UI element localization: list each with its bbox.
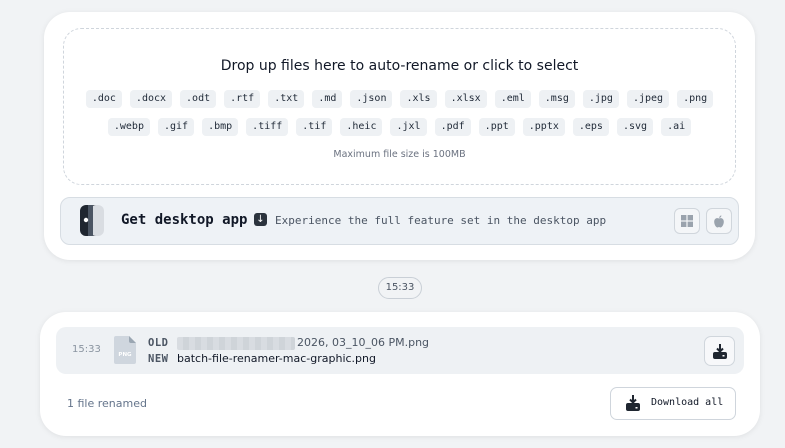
row-timestamp: 15:33 bbox=[72, 344, 101, 355]
renamed-count-text: 1 file renamed bbox=[67, 397, 147, 410]
new-name-label: NEW bbox=[148, 353, 169, 365]
file-extension-chip: .txt bbox=[268, 90, 305, 108]
file-extension-chip: .doc bbox=[85, 90, 122, 108]
download-all-label: Download all bbox=[651, 397, 724, 408]
max-file-size-note: Maximum file size is 100MB bbox=[333, 149, 466, 160]
download-all-button[interactable]: Download all bbox=[610, 387, 736, 420]
dropzone-title: Drop up files here to auto-rename or cli… bbox=[220, 58, 579, 74]
file-extension-chip: .msg bbox=[538, 90, 575, 108]
file-extension-chip: .bmp bbox=[202, 118, 239, 136]
file-extension-chip: .jpeg bbox=[626, 90, 670, 108]
file-extension-chip: .gif bbox=[157, 118, 195, 136]
file-extension-chip: .jpg bbox=[582, 90, 619, 108]
file-extension-chip: .ai bbox=[661, 118, 692, 136]
file-extension-chip: .webp bbox=[107, 118, 150, 136]
download-icon bbox=[712, 343, 727, 359]
file-extension-chip: .rtf bbox=[224, 90, 261, 108]
desktop-app-subtitle: Experience the full feature set in the d… bbox=[275, 214, 607, 227]
file-extension-chip: .md bbox=[312, 90, 343, 108]
upload-card: Drop up files here to auto-rename or cli… bbox=[44, 12, 755, 260]
timeline-time-badge: 15:33 bbox=[378, 277, 422, 299]
desktop-app-banner[interactable]: Get desktop app ↓ Experience the full fe… bbox=[60, 197, 739, 245]
file-extension-chip: .json bbox=[350, 90, 393, 108]
file-extension-chip: .tif bbox=[296, 118, 333, 136]
app-logo-icon bbox=[78, 204, 108, 237]
apple-icon bbox=[714, 214, 724, 228]
redacted-text bbox=[177, 337, 295, 350]
file-dropzone[interactable]: Drop up files here to auto-rename or cli… bbox=[63, 28, 736, 185]
extension-list-row-1: .doc .docx .odt .rtf .txt .md .json .xls .xlsx .e… bbox=[64, 90, 735, 108]
png-file-icon: PNG bbox=[114, 336, 136, 364]
new-file-name: batch-file-renamer-mac-graphic.png bbox=[177, 352, 376, 365]
file-extension-chip: .xls bbox=[400, 90, 437, 108]
desktop-app-title: Get desktop app bbox=[121, 212, 248, 228]
old-name-label: OLD bbox=[148, 337, 169, 349]
windows-download-button[interactable] bbox=[674, 208, 700, 234]
download-arrow-icon: ↓ bbox=[254, 213, 267, 226]
download-icon bbox=[626, 395, 640, 411]
file-extension-chip: .odt bbox=[180, 90, 217, 108]
file-extension-chip: .eml bbox=[494, 90, 531, 108]
extension-list-row-2: .webp .gif .bmp .tiff .tif .heic .jxl .pdf .ppt.… bbox=[64, 118, 735, 136]
file-type-label: PNG bbox=[118, 352, 132, 358]
file-extension-chip: .pdf bbox=[434, 118, 471, 136]
file-extension-chip: .tiff bbox=[246, 118, 289, 136]
file-extension-chip: .pptx bbox=[522, 118, 565, 136]
old-file-name: 2026, 03_10_06 PM.png bbox=[297, 336, 430, 349]
file-extension-chip: .eps bbox=[572, 118, 609, 136]
renamed-file-row: 15:33 PNG OLD 2026, 03_10_06 PM.png NEW … bbox=[56, 327, 744, 374]
download-file-button[interactable] bbox=[704, 336, 735, 366]
file-extension-chip: .jxl bbox=[390, 118, 427, 136]
windows-icon bbox=[681, 215, 693, 227]
file-extension-chip: .svg bbox=[616, 118, 654, 136]
file-extension-chip: .docx bbox=[129, 90, 173, 108]
file-extension-chip: .ppt bbox=[478, 118, 515, 136]
rename-results-card: 15:33 PNG OLD 2026, 03_10_06 PM.png NEW … bbox=[40, 312, 760, 436]
file-extension-chip: .png bbox=[677, 90, 714, 108]
file-extension-chip: .xlsx bbox=[444, 90, 487, 108]
file-extension-chip: .heic bbox=[340, 118, 383, 136]
mac-download-button[interactable] bbox=[706, 208, 732, 234]
